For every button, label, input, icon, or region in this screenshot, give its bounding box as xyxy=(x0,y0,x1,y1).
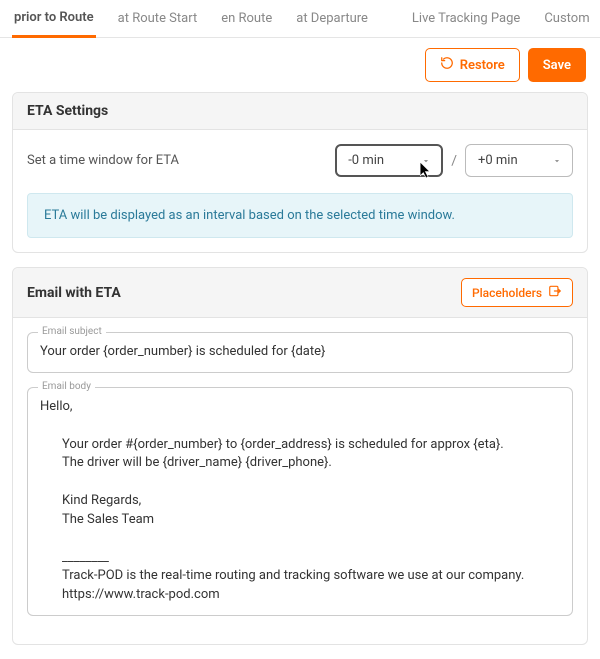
insert-icon xyxy=(548,284,562,301)
restore-icon xyxy=(440,56,454,74)
eta-plus-select[interactable]: +0 min xyxy=(465,144,573,177)
tab-custom[interactable]: Custom xyxy=(542,1,591,36)
eta-minus-select[interactable]: -0 min xyxy=(335,144,443,177)
eta-settings-panel: ETA Settings Set a time window for ETA -… xyxy=(12,92,588,253)
chevron-down-icon xyxy=(552,156,562,166)
restore-label: Restore xyxy=(460,58,505,73)
email-subject-field[interactable]: Email subject Your order {order_number} … xyxy=(27,332,573,373)
placeholders-button[interactable]: Placeholders xyxy=(461,278,573,307)
tab-live-tracking-page[interactable]: Live Tracking Page xyxy=(410,1,522,36)
placeholders-label: Placeholders xyxy=(472,286,542,300)
save-button[interactable]: Save xyxy=(528,48,586,82)
email-body-value: Hello, Your order #{order_number} to {or… xyxy=(40,398,560,605)
eta-separator: / xyxy=(451,153,457,169)
eta-panel-body: Set a time window for ETA -0 min / +0 mi… xyxy=(13,130,587,252)
eta-minus-value: -0 min xyxy=(348,153,384,168)
email-panel: Email with ETA Placeholders Email subjec… xyxy=(12,267,588,645)
eta-plus-value: +0 min xyxy=(478,153,518,168)
eta-controls: -0 min / +0 min xyxy=(335,144,573,177)
email-subject-label: Email subject xyxy=(38,326,106,337)
email-panel-body: Email subject Your order {order_number} … xyxy=(13,318,587,644)
eta-info-box: ETA will be displayed as an interval bas… xyxy=(27,193,573,238)
email-body-field[interactable]: Email body Hello, Your order #{order_num… xyxy=(27,387,573,616)
eta-panel-title: ETA Settings xyxy=(27,103,108,119)
tab-en-route[interactable]: en Route xyxy=(219,1,274,36)
chevron-down-icon xyxy=(421,156,431,166)
tab-at-route-start[interactable]: at Route Start xyxy=(116,1,200,36)
email-panel-title: Email with ETA xyxy=(27,285,121,301)
tabs-bar: prior to Route at Route Start en Route a… xyxy=(0,0,600,38)
tab-prior-to-route[interactable]: prior to Route xyxy=(12,0,96,38)
eta-window-label: Set a time window for ETA xyxy=(27,153,179,168)
eta-panel-header: ETA Settings xyxy=(13,93,587,130)
email-subject-value: Your order {order_number} is scheduled f… xyxy=(40,343,560,362)
restore-button[interactable]: Restore xyxy=(425,48,520,82)
actions-bar: Restore Save xyxy=(0,38,600,92)
save-label: Save xyxy=(543,58,571,73)
email-body-label: Email body xyxy=(38,381,95,392)
tab-at-departure[interactable]: at Departure xyxy=(294,1,370,36)
email-panel-header: Email with ETA Placeholders xyxy=(13,268,587,318)
